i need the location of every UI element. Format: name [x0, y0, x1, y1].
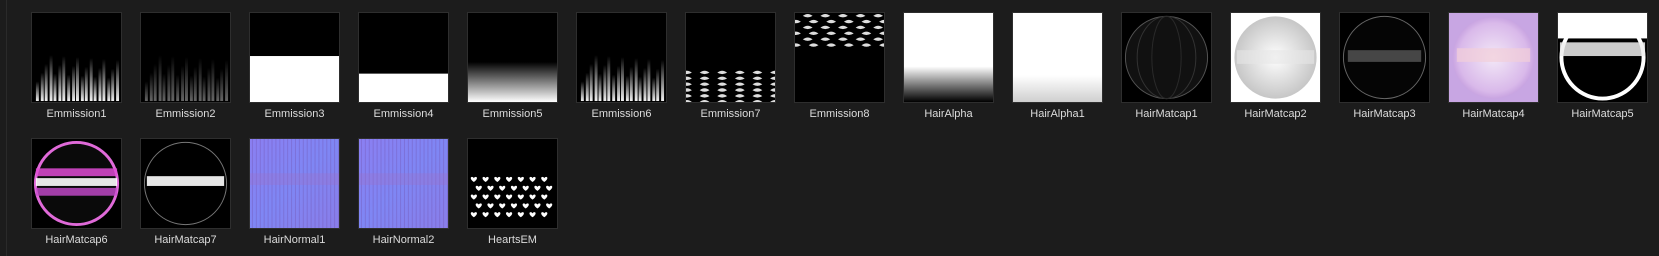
asset-item[interactable]: Emmission3 [249, 12, 340, 130]
asset-thumbnail[interactable] [249, 12, 340, 103]
asset-item[interactable]: HairMatcap4 [1448, 12, 1539, 130]
asset-item[interactable]: HairMatcap7 [140, 138, 231, 256]
asset-thumbnail[interactable] [903, 12, 994, 103]
asset-thumbnail[interactable] [467, 138, 558, 229]
asset-label: Emmission6 [591, 108, 652, 120]
asset-label: HairNormal1 [263, 234, 326, 246]
asset-label: Emmission4 [373, 108, 434, 120]
asset-thumbnail[interactable] [358, 12, 449, 103]
asset-item[interactable]: HairAlpha [903, 12, 994, 130]
asset-item[interactable]: HairMatcap3 [1339, 12, 1430, 130]
asset-label: HeartsEM [488, 234, 537, 246]
asset-label: HairMatcap7 [154, 234, 217, 246]
asset-thumbnail[interactable] [31, 138, 122, 229]
asset-item[interactable]: Emmission2 [140, 12, 231, 130]
asset-thumbnail[interactable] [1448, 12, 1539, 103]
asset-item[interactable]: HairMatcap5 [1557, 12, 1648, 130]
asset-item[interactable]: HairMatcap1 [1121, 12, 1212, 130]
asset-thumbnail[interactable] [140, 138, 231, 229]
asset-item[interactable]: HairNormal2 [358, 138, 449, 256]
asset-thumbnail[interactable] [358, 138, 449, 229]
asset-label: HairMatcap5 [1571, 108, 1634, 120]
asset-item[interactable]: HeartsEM [467, 138, 558, 256]
asset-item[interactable]: Emmission5 [467, 12, 558, 130]
asset-item[interactable]: Emmission8 [794, 12, 885, 130]
asset-thumbnail[interactable] [1012, 12, 1103, 103]
asset-item[interactable]: HairMatcap6 [31, 138, 122, 256]
asset-label: Emmission2 [155, 108, 216, 120]
asset-item[interactable]: Emmission6 [576, 12, 667, 130]
asset-browser-panel: Emmission1 Emmission2 Emmission3 Emmissi… [6, 0, 1659, 256]
asset-label: HairAlpha [924, 108, 973, 120]
asset-label: HairMatcap4 [1462, 108, 1525, 120]
asset-item[interactable]: Emmission7 [685, 12, 776, 130]
asset-label: Emmission5 [482, 108, 543, 120]
asset-item[interactable]: Emmission1 [31, 12, 122, 130]
asset-thumbnail[interactable] [140, 12, 231, 103]
asset-thumbnail[interactable] [794, 12, 885, 103]
asset-label: HairMatcap2 [1244, 108, 1307, 120]
asset-thumbnail[interactable] [1230, 12, 1321, 103]
asset-item[interactable]: Emmission4 [358, 12, 449, 130]
asset-label: HairAlpha1 [1030, 108, 1085, 120]
asset-thumbnail[interactable] [467, 12, 558, 103]
asset-item[interactable]: HairMatcap2 [1230, 12, 1321, 130]
asset-thumbnail[interactable] [576, 12, 667, 103]
asset-label: HairNormal2 [372, 234, 435, 246]
asset-item[interactable]: HairAlpha1 [1012, 12, 1103, 130]
asset-label: HairMatcap6 [45, 234, 108, 246]
asset-label: Emmission7 [700, 108, 761, 120]
asset-thumbnail[interactable] [1557, 12, 1648, 103]
asset-item[interactable]: HairNormal1 [249, 138, 340, 256]
asset-thumbnail[interactable] [31, 12, 122, 103]
asset-label: Emmission8 [809, 108, 870, 120]
asset-thumbnail[interactable] [1121, 12, 1212, 103]
asset-thumbnail[interactable] [1339, 12, 1430, 103]
asset-thumbnail[interactable] [685, 12, 776, 103]
asset-label: HairMatcap3 [1353, 108, 1416, 120]
asset-grid: Emmission1 Emmission2 Emmission3 Emmissi… [31, 12, 1648, 256]
asset-label: Emmission3 [264, 108, 325, 120]
asset-thumbnail[interactable] [249, 138, 340, 229]
asset-label: HairMatcap1 [1135, 108, 1198, 120]
asset-label: Emmission1 [46, 108, 107, 120]
